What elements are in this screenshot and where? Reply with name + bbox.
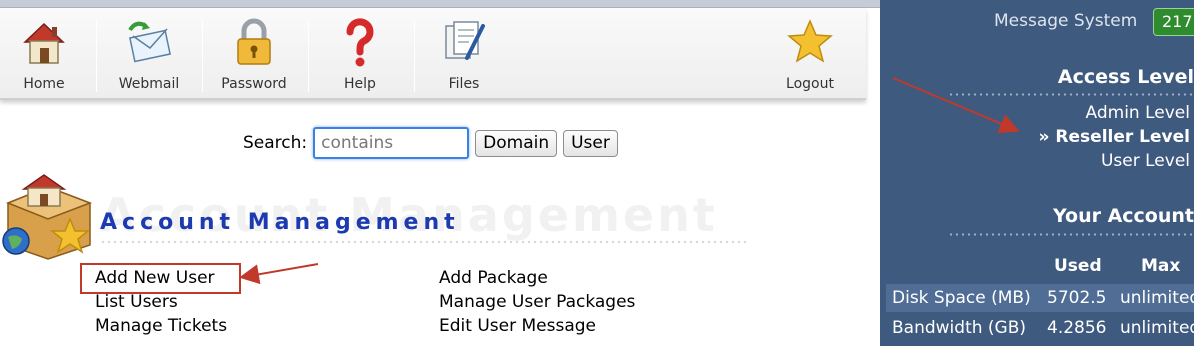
bandwidth-used: 4.2856: [1047, 318, 1107, 338]
user-search-button[interactable]: User: [563, 129, 618, 157]
admin-level-link[interactable]: Admin Level: [1086, 103, 1190, 123]
bandwidth-row: Bandwidth (GB) 4.2856 unlimited: [886, 314, 1194, 342]
account-links-right: Add Package Manage User Packages Edit Us…: [439, 266, 635, 338]
disk-space-label: Disk Space (MB): [892, 288, 1031, 308]
user-level-link[interactable]: User Level: [1101, 151, 1190, 171]
access-level-divider: [948, 93, 1194, 96]
account-management-icon: [2, 174, 93, 260]
reseller-level-link[interactable]: » Reseller Level: [1039, 127, 1190, 147]
password-button[interactable]: Password: [204, 8, 304, 100]
home-label: Home: [23, 76, 65, 92]
logout-button[interactable]: Logout: [762, 8, 858, 100]
domain-search-button[interactable]: Domain: [475, 129, 558, 157]
account-management-title: Account Management: [100, 210, 460, 235]
edit-user-message-link[interactable]: Edit User Message: [439, 314, 635, 338]
used-column-header: Used: [1054, 256, 1102, 276]
files-button[interactable]: Files: [416, 8, 512, 100]
bandwidth-max: unlimited: [1120, 318, 1194, 338]
your-account-divider: [948, 233, 1194, 236]
access-level-title: Access Level: [1057, 66, 1194, 88]
max-column-header: Max: [1141, 256, 1181, 276]
title-divider: [100, 240, 750, 244]
star-icon: [787, 19, 833, 63]
password-label: Password: [221, 76, 287, 92]
help-label: Help: [344, 76, 376, 92]
top-strip: [0, 0, 880, 8]
your-account-title: Your Account: [1053, 205, 1194, 227]
add-package-link[interactable]: Add Package: [439, 266, 635, 290]
toolbar-separator: [414, 20, 415, 92]
bandwidth-label: Bandwidth (GB): [892, 318, 1027, 338]
disk-space-row: Disk Space (MB) 5702.5 unlimited: [886, 284, 1194, 312]
manage-tickets-link[interactable]: Manage Tickets: [95, 314, 227, 338]
help-button[interactable]: Help: [310, 8, 410, 100]
message-count-badge[interactable]: 217: [1153, 8, 1194, 36]
webmail-button[interactable]: Webmail: [98, 8, 200, 100]
webmail-label: Webmail: [118, 76, 180, 92]
search-bar: Search: Domain User: [243, 127, 618, 159]
toolbar: Home Webmail Password Help Files Logout: [0, 8, 866, 100]
search-label: Search:: [243, 133, 308, 153]
toolbar-separator: [308, 20, 309, 92]
message-system-link[interactable]: Message System: [994, 11, 1137, 31]
webmail-icon: [128, 21, 171, 63]
search-input[interactable]: [313, 127, 470, 159]
manage-user-packages-link[interactable]: Manage User Packages: [439, 290, 635, 314]
padlock-icon: [237, 18, 271, 65]
home-icon: [23, 22, 65, 64]
disk-space-used: 5702.5: [1047, 288, 1107, 308]
arrow-to-add-new-user: [239, 263, 319, 285]
right-panel: Message System 217 Access Level Admin Le…: [880, 0, 1194, 346]
files-icon: [445, 21, 485, 60]
files-label: Files: [448, 76, 480, 92]
home-button[interactable]: Home: [0, 8, 88, 100]
add-new-user-highlight: [80, 263, 241, 294]
toolbar-separator: [202, 20, 203, 92]
question-mark-icon: [346, 18, 374, 67]
logout-label: Logout: [786, 76, 834, 92]
disk-space-max: unlimited: [1120, 288, 1194, 308]
toolbar-separator: [96, 20, 97, 92]
